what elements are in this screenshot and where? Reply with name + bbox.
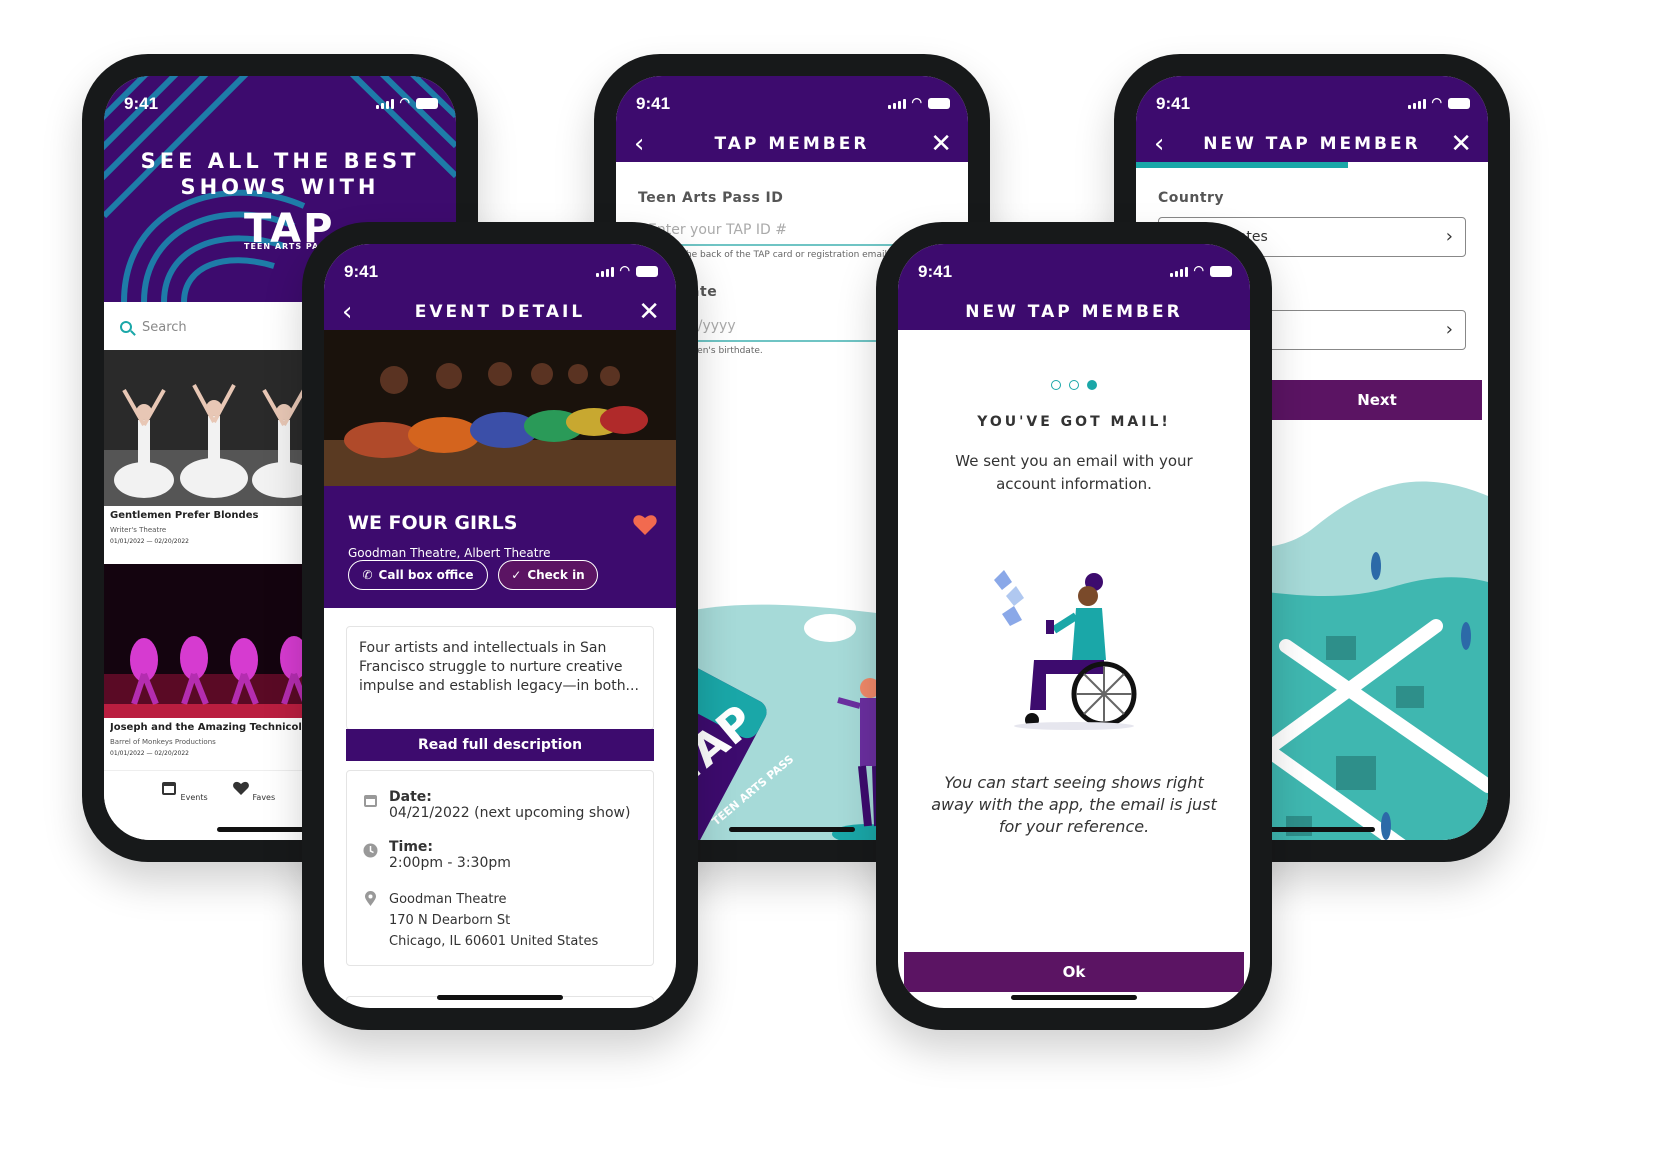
signal-icon bbox=[375, 98, 394, 109]
close-icon[interactable]: ✕ bbox=[930, 126, 952, 162]
status-time: 9:41 bbox=[124, 94, 159, 113]
nav-bar: NEW TAP MEMBER bbox=[898, 294, 1250, 330]
nav-bar: ‹ NEW TAP MEMBER ✕ bbox=[1136, 126, 1488, 162]
check-in-button[interactable]: ✓ Check in bbox=[498, 560, 598, 590]
country-label: Country bbox=[1158, 190, 1225, 206]
status-bar: 9:41 ◠ bbox=[324, 244, 676, 294]
event-title: Gentlemen Prefer Blondes bbox=[110, 510, 259, 521]
nav-title: EVENT DETAIL bbox=[414, 302, 586, 322]
close-icon[interactable]: ✕ bbox=[638, 294, 660, 330]
nav-title: NEW TAP MEMBER bbox=[965, 302, 1183, 322]
back-icon[interactable]: ‹ bbox=[634, 126, 644, 162]
nav-bar: ‹ TAP MEMBER ✕ bbox=[616, 126, 968, 162]
step-indicator bbox=[898, 380, 1250, 390]
battery-icon bbox=[416, 98, 438, 109]
event-title: Joseph and the Amazing Technicolor bbox=[110, 722, 314, 733]
mail-heading: YOU'VE GOT MAIL! bbox=[977, 414, 1171, 430]
event-hero-image bbox=[324, 330, 676, 486]
clock-icon bbox=[363, 843, 378, 858]
wifi-icon: ◠ bbox=[911, 95, 922, 109]
wheelchair-user-illustration bbox=[994, 570, 1137, 730]
chevron-right-icon: › bbox=[1445, 319, 1453, 340]
back-icon[interactable]: ‹ bbox=[342, 294, 352, 330]
nav-bar: ‹ EVENT DETAIL ✕ bbox=[324, 294, 676, 330]
tab-faves[interactable]: Faves bbox=[232, 779, 275, 802]
event-dates: 01/01/2022 — 02/20/2022 bbox=[110, 750, 189, 757]
calendar-icon bbox=[162, 782, 176, 795]
event-info-card: Date: 04/21/2022 (next upcoming show) Tim… bbox=[346, 770, 654, 966]
event-card-1[interactable]: Gentlemen Prefer Blondes Writer's Theatr… bbox=[104, 506, 334, 560]
progress-bar bbox=[1136, 162, 1348, 168]
close-icon[interactable]: ✕ bbox=[1450, 126, 1472, 162]
event-date: Date: 04/21/2022 (next upcoming show) bbox=[389, 789, 631, 821]
event-venue: Goodman Theatre, Albert Theatre bbox=[348, 546, 551, 560]
location-pin-icon bbox=[365, 891, 376, 906]
search-placeholder: Search bbox=[142, 319, 187, 335]
home-indicator bbox=[437, 995, 563, 1000]
signal-icon bbox=[1407, 98, 1426, 109]
next-button[interactable]: Next bbox=[1272, 380, 1482, 420]
event-title: WE FOUR GIRLS bbox=[348, 512, 518, 534]
wifi-icon: ◠ bbox=[619, 263, 630, 277]
home-indicator bbox=[1011, 995, 1137, 1000]
event-time: Time: 2:00pm - 3:30pm bbox=[389, 839, 511, 871]
status-time: 9:41 bbox=[918, 262, 953, 281]
status-bar: 9:41 ◠ bbox=[1136, 76, 1488, 126]
heart-icon[interactable] bbox=[632, 512, 658, 536]
home-indicator bbox=[729, 827, 855, 832]
tap-id-label: Teen Arts Pass ID bbox=[638, 190, 784, 206]
status-time: 9:41 bbox=[636, 94, 671, 113]
wifi-icon: ◠ bbox=[1431, 95, 1442, 109]
call-box-office-button[interactable]: ✆ Call box office bbox=[348, 560, 488, 590]
battery-icon bbox=[1210, 266, 1232, 277]
chevron-right-icon: › bbox=[1445, 226, 1453, 247]
wifi-icon: ◠ bbox=[1193, 263, 1204, 277]
status-bar: 9:41 ◠ bbox=[104, 76, 456, 126]
nav-title: TAP MEMBER bbox=[714, 134, 870, 154]
mail-footnote: You can start seeing shows right away wi… bbox=[931, 773, 1217, 836]
status-time: 9:41 bbox=[344, 262, 379, 281]
battery-icon bbox=[928, 98, 950, 109]
calendar-icon bbox=[364, 795, 377, 807]
event-image-dance[interactable] bbox=[104, 564, 334, 718]
phone-account-created: 9:41 ◠ NEW TAP MEMBER YOU'VE GOT MAIL! W… bbox=[876, 222, 1272, 1030]
signal-icon bbox=[1169, 266, 1188, 277]
status-time: 9:41 bbox=[1156, 94, 1191, 113]
showcase: 9:41 ◠ ‹ NEW TAP MEMBER ✕ Country United… bbox=[0, 0, 1663, 1161]
ok-button[interactable]: Ok bbox=[904, 952, 1244, 992]
tab-events[interactable]: Events bbox=[160, 779, 208, 802]
event-dates: 01/01/2022 — 02/20/2022 bbox=[110, 538, 189, 545]
wifi-icon: ◠ bbox=[399, 95, 410, 109]
battery-icon bbox=[636, 266, 658, 277]
event-venue: Writer's Theatre bbox=[110, 526, 167, 534]
heart-icon bbox=[233, 781, 249, 795]
nav-title: NEW TAP MEMBER bbox=[1203, 134, 1421, 154]
event-card-2[interactable]: Joseph and the Amazing Technicolor Barre… bbox=[104, 718, 334, 770]
phone-event-detail: 9:41 ◠ ‹ EVENT DETAIL ✕ WE FOUR GIRLS Go… bbox=[302, 222, 698, 1030]
check-icon: ✓ bbox=[511, 568, 522, 582]
back-icon[interactable]: ‹ bbox=[1154, 126, 1164, 162]
event-description: Four artists and intellectuals in San Fr… bbox=[359, 640, 639, 694]
phone-icon: ✆ bbox=[362, 568, 373, 582]
read-full-description-button[interactable]: Read full description bbox=[346, 729, 654, 761]
event-venue: Barrel of Monkeys Productions bbox=[110, 738, 216, 746]
search-icon bbox=[120, 321, 132, 333]
status-bar: 9:41 ◠ bbox=[898, 244, 1250, 294]
hero-heading: SEE ALL THE BEST SHOWS WITH bbox=[140, 149, 420, 199]
status-bar: 9:41 ◠ bbox=[616, 76, 968, 126]
event-image-ballet[interactable] bbox=[104, 350, 334, 506]
battery-icon bbox=[1448, 98, 1470, 109]
signal-icon bbox=[887, 98, 906, 109]
event-location: Goodman Theatre 170 N Dearborn St Chicag… bbox=[389, 892, 599, 949]
signal-icon bbox=[595, 266, 614, 277]
mail-message: We sent you an email with your account i… bbox=[955, 452, 1193, 493]
description-card: Four artists and intellectuals in San Fr… bbox=[346, 626, 654, 730]
